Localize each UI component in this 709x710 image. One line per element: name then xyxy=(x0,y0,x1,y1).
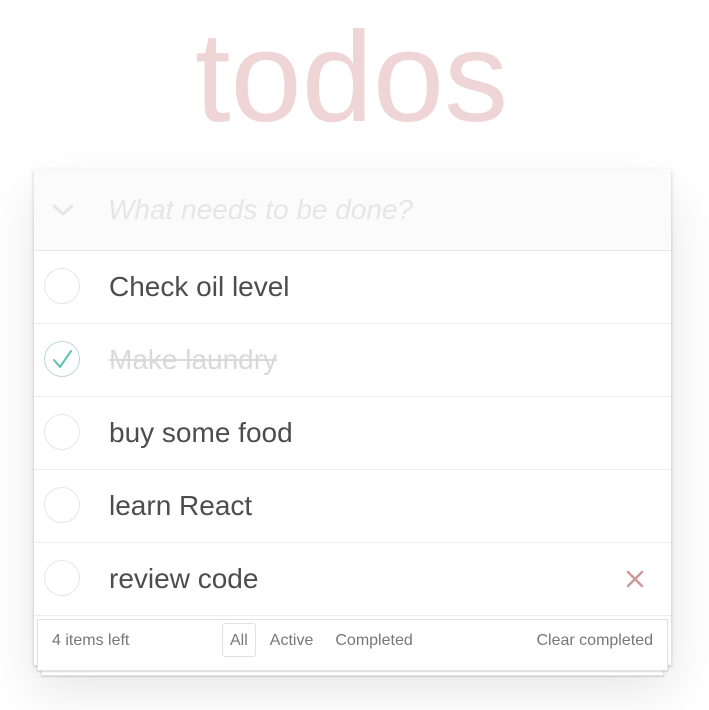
todo-item: review code xyxy=(34,543,671,616)
filter-all[interactable]: All xyxy=(222,623,256,657)
todo-checkbox[interactable] xyxy=(44,414,80,450)
new-todo-input[interactable] xyxy=(96,169,656,250)
todo-item: Make laundry xyxy=(34,324,671,397)
todo-label[interactable]: Check oil level xyxy=(109,251,290,323)
todo-label[interactable]: buy some food xyxy=(109,397,293,469)
todo-item: buy some food xyxy=(34,397,671,470)
filter-active[interactable]: Active xyxy=(262,623,322,657)
todo-header xyxy=(34,169,671,251)
toggle-all-chevron-down-icon[interactable] xyxy=(46,193,80,227)
todo-checkbox[interactable] xyxy=(44,268,80,304)
todo-label[interactable]: review code xyxy=(109,543,258,615)
clear-completed-button[interactable]: Clear completed xyxy=(537,616,654,665)
todo-checkbox[interactable] xyxy=(44,487,80,523)
filter-completed[interactable]: Completed xyxy=(327,623,420,657)
todo-item: Check oil level xyxy=(34,251,671,324)
items-left-count: 4 items left xyxy=(52,632,130,649)
checkmark-icon xyxy=(53,350,72,368)
todo-checkbox[interactable] xyxy=(44,341,80,377)
todo-checkbox[interactable] xyxy=(44,560,80,596)
filter-tabs: All Active Completed xyxy=(222,623,421,657)
todo-item: learn React xyxy=(34,470,671,543)
todo-list: Check oil level Make laundry buy some fo… xyxy=(34,251,671,616)
todo-app: Check oil level Make laundry buy some fo… xyxy=(34,169,671,676)
todo-label[interactable]: Make laundry xyxy=(109,324,277,396)
app-title: todos xyxy=(194,6,509,149)
destroy-button[interactable] xyxy=(621,565,649,593)
todo-footer: 4 items left All Active Completed Clear … xyxy=(34,616,671,665)
todo-label[interactable]: learn React xyxy=(109,470,252,542)
close-icon xyxy=(626,570,644,588)
